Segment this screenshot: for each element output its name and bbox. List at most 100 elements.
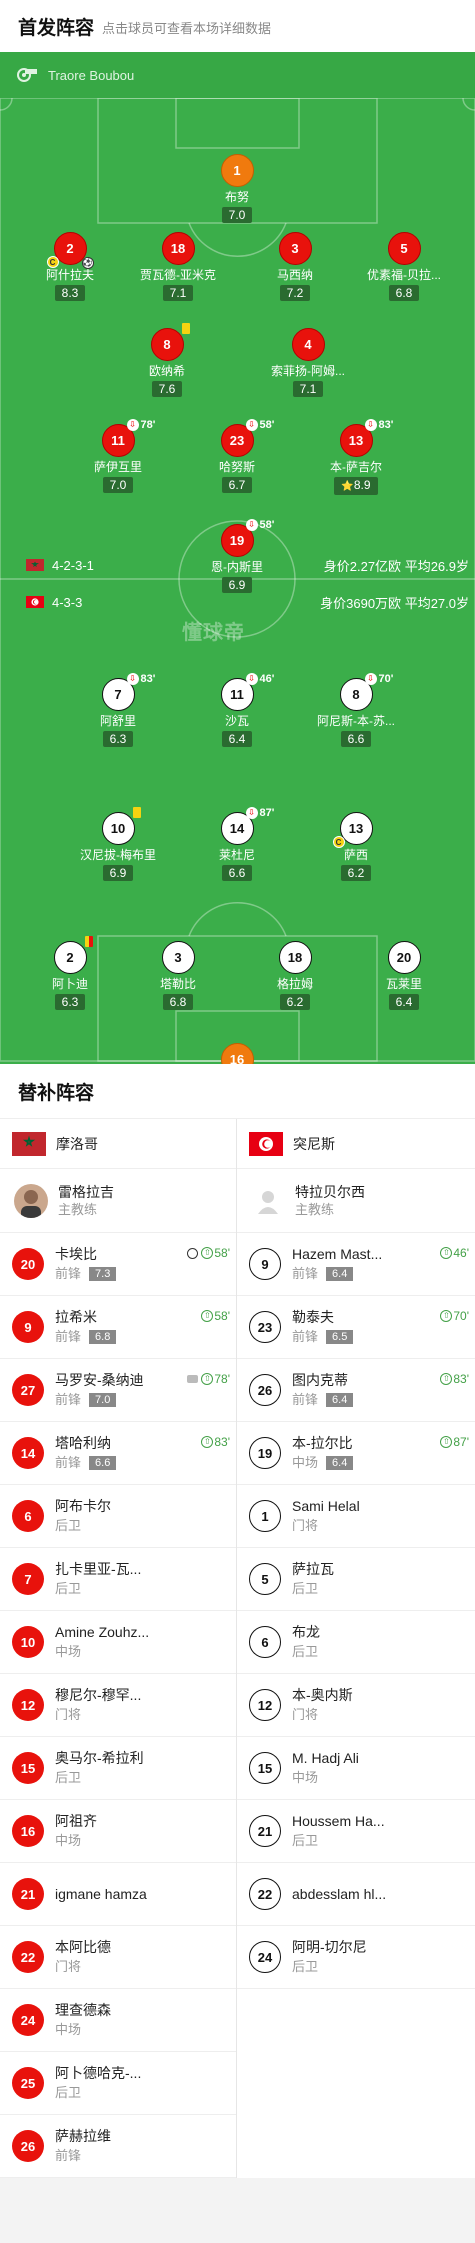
sub-player-name: Amine Zouhz... bbox=[55, 1624, 150, 1640]
sub-jersey-number: 10 bbox=[12, 1626, 44, 1658]
sub-jersey-number: 24 bbox=[12, 2004, 44, 2036]
lineup-hint: 点击球员可查看本场详细数据 bbox=[102, 21, 272, 36]
away-player-1[interactable]: 7 ⇩ 83' 阿舒里 6.3 bbox=[68, 673, 168, 748]
sub-player-row[interactable]: 26 萨赫拉维 前锋 bbox=[0, 2115, 236, 2178]
away-player-2[interactable]: 11 ⇩ 46' 沙瓦 6.4 bbox=[187, 673, 287, 748]
sub-player-row[interactable]: 24 阿明-切尔尼 后卫 bbox=[237, 1926, 475, 1989]
sub-player-row[interactable]: 21 igmane hamza bbox=[0, 1863, 236, 1926]
home-coach[interactable]: 雷格拉吉 主教练 bbox=[0, 1169, 236, 1233]
away-player-5[interactable]: 14 ⇩ 87' 莱杜尼 6.6 bbox=[187, 807, 287, 882]
away-player-11[interactable]: 16达门6.8 bbox=[187, 1043, 287, 1064]
sub-player-position: 前锋 6.4 bbox=[292, 1390, 402, 1409]
home-player-4[interactable]: 3 马西纳 7.2 bbox=[245, 232, 345, 302]
sub-player-row[interactable]: 19 本-拉尔比 中场 6.4 ⇧ 87' bbox=[237, 1422, 475, 1485]
sub-jersey-number: 1 bbox=[249, 1500, 281, 1532]
sub-player-row[interactable]: 10 Amine Zouhz... 中场 bbox=[0, 1611, 236, 1674]
sub-player-name: 塔哈利纳 bbox=[55, 1435, 111, 1451]
sub-player-row[interactable]: 15 M. Hadj Ali 中场 bbox=[237, 1737, 475, 1800]
position-text: 后卫 bbox=[292, 1644, 319, 1659]
sub-player-info: Houssem Ha... 后卫 bbox=[292, 1812, 402, 1850]
sub-player-info: 穆尼尔-穆罕... 门将 bbox=[55, 1686, 165, 1724]
sub-player-row[interactable]: 14 塔哈利纳 前锋 6.6 ⇧ 83' bbox=[0, 1422, 236, 1485]
sub-player-name: 扎卡里亚-瓦... bbox=[55, 1561, 142, 1577]
away-player-7[interactable]: 2 阿卜迪 6.3 bbox=[20, 936, 120, 1011]
sub-player-row[interactable]: 21 Houssem Ha... 后卫 bbox=[237, 1800, 475, 1863]
sub-player-row[interactable]: 20 卡埃比 前锋 7.3 ⇧ 58' bbox=[0, 1233, 236, 1296]
home-player-2[interactable]: 2 C ⚽ 阿什拉夫 8.3 bbox=[20, 232, 120, 302]
sub-player-info: 勒泰夫 前锋 6.5 bbox=[292, 1308, 402, 1346]
home-player-8[interactable]: 11 ⇩ 78' 萨伊互里 7.0 bbox=[68, 419, 168, 494]
sub-player-row[interactable]: 6 布龙 后卫 bbox=[237, 1611, 475, 1674]
home-player-10[interactable]: 13 ⇩ 83' 本-萨吉尔 ⭐8.9 bbox=[306, 419, 406, 495]
rating-value: 6.3 bbox=[61, 995, 79, 1009]
sub-out-icon: ⇩ bbox=[364, 419, 377, 431]
sub-in-event: ⇧ 70' bbox=[440, 1309, 469, 1323]
sub-player-row[interactable]: 9 拉希米 前锋 6.8 ⇧ 58' bbox=[0, 1296, 236, 1359]
jersey-number: 10 bbox=[101, 807, 141, 845]
referee-bar: Traore Boubou bbox=[0, 52, 475, 98]
sub-jersey-number: 22 bbox=[12, 1941, 44, 1973]
away-player-6[interactable]: 13 C 萨西 6.2 bbox=[306, 812, 406, 882]
sub-jersey-number: 25 bbox=[12, 2067, 44, 2099]
home-player-3[interactable]: 18 贾瓦德-亚米克 7.1 bbox=[128, 232, 228, 302]
jersey-number: 23 ⇩ 58' bbox=[220, 419, 274, 457]
away-team-name: 突尼斯 bbox=[293, 1135, 335, 1152]
sub-player-row[interactable]: 26 图内克蒂 前锋 6.4 ⇧ 83' bbox=[237, 1359, 475, 1422]
sub-player-info: 拉希米 前锋 6.8 bbox=[55, 1308, 165, 1346]
home-player-1[interactable]: 1 布努 7.0 bbox=[187, 154, 287, 224]
home-player-11[interactable]: 19 ⇩ 58' 恩-内斯里 6.9 bbox=[187, 519, 287, 594]
sub-player-row[interactable]: 6 阿布卡尔 后卫 bbox=[0, 1485, 236, 1548]
player-rating: 7.1 bbox=[162, 285, 194, 301]
away-player-10[interactable]: 20 瓦莱里 6.4 bbox=[354, 941, 454, 1011]
home-team-name: 摩洛哥 bbox=[56, 1135, 98, 1152]
away-player-4[interactable]: 10 汉尼拔-梅布里 6.9 bbox=[68, 807, 168, 882]
sub-player-row[interactable]: 23 勒泰夫 前锋 6.5 ⇧ 70' bbox=[237, 1296, 475, 1359]
red-card-icon bbox=[84, 936, 93, 947]
sub-jersey-number: 12 bbox=[249, 1689, 281, 1721]
sub-player-position: 前锋 6.5 bbox=[292, 1327, 402, 1346]
sub-player-position: 后卫 bbox=[55, 1579, 165, 1598]
player-name: 阿卜迪 bbox=[51, 977, 88, 991]
morocco-flag-icon bbox=[12, 1131, 46, 1156]
home-player-9[interactable]: 23 ⇩ 58' 哈努斯 6.7 bbox=[187, 419, 287, 494]
sub-out-icon: ⇩ bbox=[245, 807, 258, 819]
away-coach[interactable]: 特拉贝尔西 主教练 bbox=[237, 1169, 475, 1233]
away-player-8[interactable]: 3 塔勒比 6.8 bbox=[128, 941, 228, 1011]
home-subs-column: 摩洛哥 雷格拉吉 主教练 20 卡埃比 前锋 7.3 ⇧ 58' 9 拉希米 前锋 6.8 ⇧ 58'… bbox=[0, 1119, 237, 2178]
substitution-minute: ⇩ 78' bbox=[126, 419, 155, 431]
sub-jersey-number: 15 bbox=[12, 1752, 44, 1784]
sub-player-row[interactable]: 12 穆尼尔-穆罕... 门将 bbox=[0, 1674, 236, 1737]
sub-player-row[interactable]: 25 阿卜德哈克-... 后卫 bbox=[0, 2052, 236, 2115]
home-player-7[interactable]: 4 索菲扬-阿姆... 7.1 bbox=[258, 328, 358, 398]
sub-player-row[interactable]: 27 马罗安-桑纳迪 前锋 7.0 ⇧ 78' bbox=[0, 1359, 236, 1422]
player-rating: 6.6 bbox=[221, 865, 253, 881]
jersey-number: 3 bbox=[278, 232, 312, 265]
rating-value: 7.1 bbox=[169, 286, 187, 300]
away-player-3[interactable]: 8 ⇩ 70' 阿尼斯-本-苏... 6.6 bbox=[306, 673, 406, 748]
sub-player-name: 卡埃比 bbox=[55, 1246, 97, 1262]
away-player-9[interactable]: 18 格拉姆 6.2 bbox=[245, 941, 345, 1011]
sub-player-row[interactable]: 1 Sami Helal 门将 bbox=[237, 1485, 475, 1548]
home-player-5[interactable]: 5 优素福-贝拉... 6.8 bbox=[354, 232, 454, 302]
subs-title: 替补阵容 bbox=[0, 1064, 475, 1118]
sub-player-row[interactable]: 15 奥马尔-希拉利 后卫 bbox=[0, 1737, 236, 1800]
sub-player-row[interactable]: 22 abdesslam hl... bbox=[237, 1863, 475, 1926]
player-name: 萨伊互里 bbox=[93, 460, 142, 474]
sub-player-name: 阿卜德哈克-... bbox=[55, 2065, 142, 2081]
position-text: 门将 bbox=[55, 1959, 82, 1974]
jersey-number-text: 23 bbox=[229, 433, 245, 448]
sub-player-row[interactable]: 16 阿祖齐 中场 bbox=[0, 1800, 236, 1863]
home-player-6[interactable]: 8 欧纳希 7.6 bbox=[117, 323, 217, 398]
sub-in-event: ⇧ 83' bbox=[440, 1372, 469, 1386]
sub-player-row[interactable]: 22 本阿比德 门将 bbox=[0, 1926, 236, 1989]
sub-player-row[interactable]: 7 扎卡里亚-瓦... 后卫 bbox=[0, 1548, 236, 1611]
jersey-number: 5 bbox=[387, 232, 421, 265]
sub-player-row[interactable]: 12 本-奥内斯 门将 bbox=[237, 1674, 475, 1737]
sub-player-name: 本-拉尔比 bbox=[292, 1435, 353, 1451]
sub-player-row[interactable]: 5 萨拉瓦 后卫 bbox=[237, 1548, 475, 1611]
coach-name: 雷格拉吉 bbox=[58, 1183, 114, 1200]
sub-player-row[interactable]: 9 Hazem Mast... 前锋 6.4 ⇧ 46' bbox=[237, 1233, 475, 1296]
sub-player-row[interactable]: 24 理查德森 中场 bbox=[0, 1989, 236, 2052]
sub-player-info: Hazem Mast... 前锋 6.4 bbox=[292, 1245, 402, 1283]
sub-player-rating: 6.6 bbox=[89, 1455, 117, 1470]
